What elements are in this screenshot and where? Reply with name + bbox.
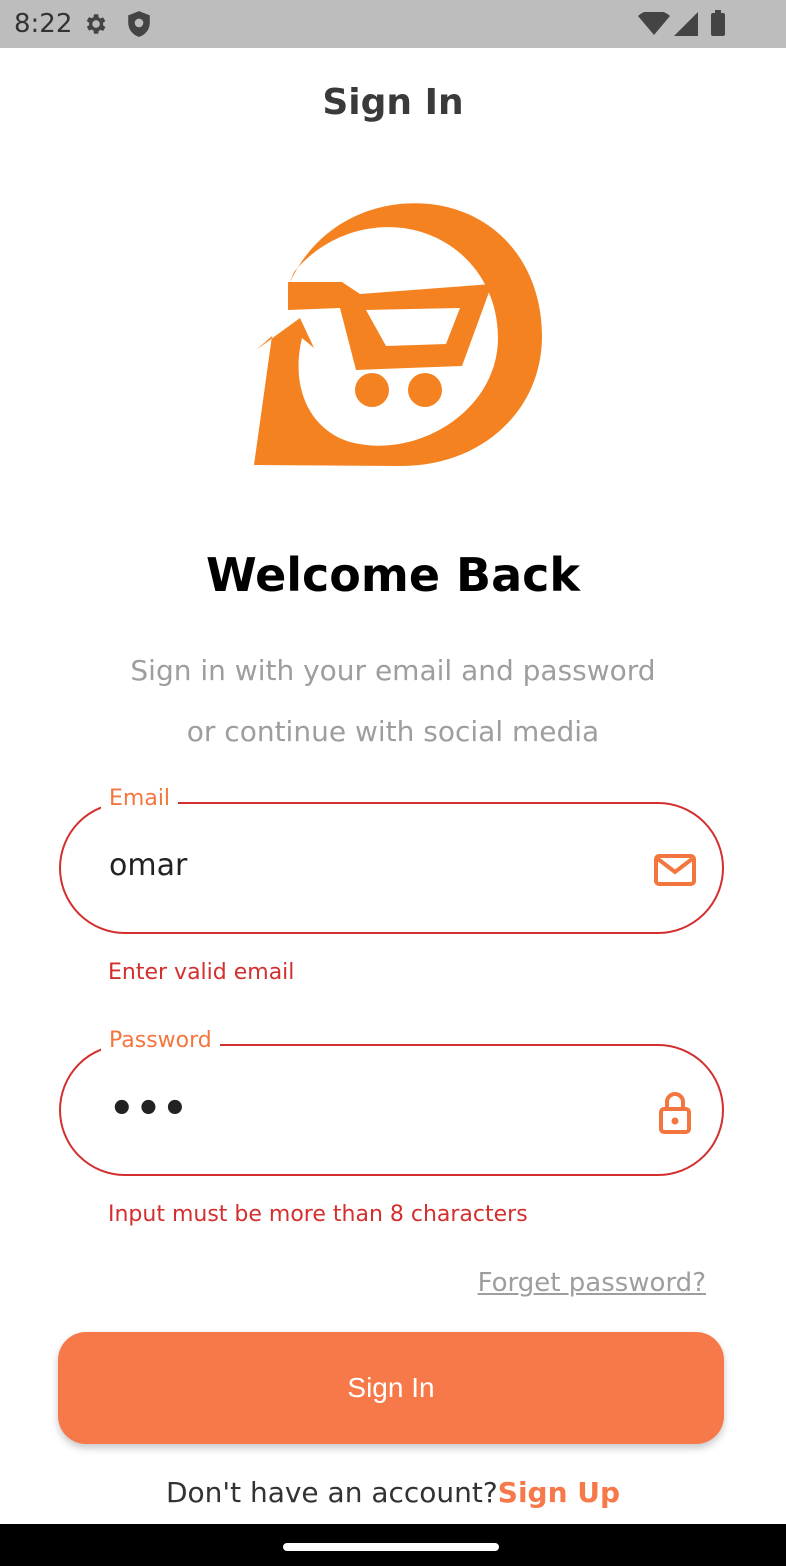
- welcome-title: Welcome Back: [205, 548, 581, 602]
- signup-prompt: Don't have an account?: [165, 1476, 498, 1509]
- shield-icon: [128, 11, 150, 37]
- password-input[interactable]: •••: [109, 1086, 189, 1132]
- home-gesture-handle[interactable]: [283, 1543, 499, 1551]
- gear-icon: [86, 14, 106, 34]
- mail-icon: [654, 854, 696, 886]
- sign-in-screen: 8:22 Sign In Welcome Back Sign in with y…: [0, 0, 786, 1566]
- password-field[interactable]: Password •••: [59, 1028, 724, 1176]
- status-time: 8:22: [14, 9, 73, 39]
- battery-icon: [711, 10, 725, 36]
- password-error: Input must be more than 8 characters: [108, 1202, 528, 1227]
- sign-up-link[interactable]: Sign Up: [498, 1476, 620, 1509]
- signal-icon: [674, 12, 698, 36]
- email-input[interactable]: omar: [109, 848, 187, 883]
- email-label: Email: [101, 786, 179, 811]
- email-error: Enter valid email: [108, 960, 295, 985]
- forgot-password-link[interactable]: Forget password?: [478, 1268, 706, 1298]
- welcome-subtitle-line2: or continue with social media: [186, 715, 600, 748]
- lock-icon: [659, 1092, 691, 1134]
- wifi-icon: [638, 12, 670, 35]
- signup-prompt-row: Don't have an account?Sign Up: [0, 1476, 786, 1509]
- welcome-subtitle-line1: Sign in with your email and password: [130, 654, 656, 687]
- sign-in-button[interactable]: Sign In: [58, 1332, 724, 1444]
- status-bar: 8:22: [0, 0, 786, 48]
- password-label: Password: [101, 1028, 220, 1053]
- cart-logo-icon: [254, 203, 542, 466]
- email-field[interactable]: Email omar: [59, 786, 724, 934]
- page-title: Sign In: [322, 82, 464, 123]
